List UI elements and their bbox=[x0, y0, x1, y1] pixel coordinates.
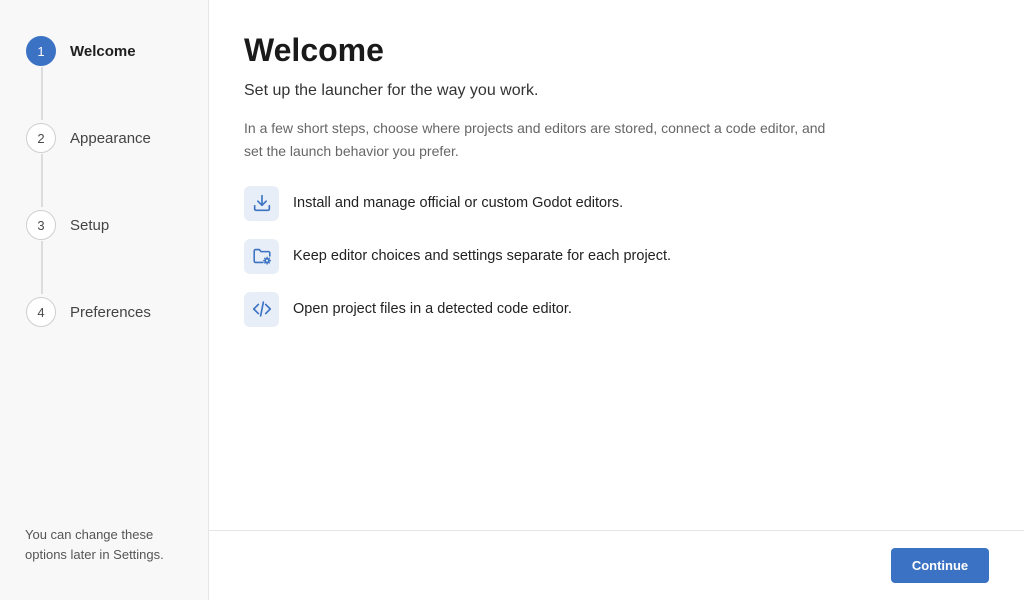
folder-settings-icon bbox=[244, 238, 279, 274]
step-label: Appearance bbox=[70, 129, 151, 147]
download-icon bbox=[244, 185, 279, 221]
setup-wizard-window: 1 Welcome 2 Appearance 3 Setup 4 Prefere… bbox=[0, 0, 1024, 600]
step-connector bbox=[41, 67, 43, 120]
feature-list: Install and manage official or custom Go… bbox=[244, 185, 844, 327]
step-connector bbox=[41, 154, 43, 207]
feature-text: Open project files in a detected code ed… bbox=[293, 301, 572, 317]
page-title: Welcome bbox=[244, 32, 384, 68]
step-number-badge: 4 bbox=[26, 297, 56, 327]
step-welcome[interactable]: 1 Welcome bbox=[26, 35, 151, 120]
sidebar-note: You can change these options later in Se… bbox=[25, 527, 164, 562]
footer-bar: Continue bbox=[209, 530, 1024, 600]
step-number-badge: 2 bbox=[26, 123, 56, 153]
welcome-content: Welcome Set up the launcher for the way … bbox=[244, 30, 844, 327]
feature-text: Install and manage official or custom Go… bbox=[293, 195, 624, 211]
feature-item: Keep editor choices and settings separat… bbox=[244, 238, 844, 274]
step-connector bbox=[41, 241, 43, 294]
feature-item: Open project files in a detected code ed… bbox=[244, 291, 844, 327]
step-label: Setup bbox=[70, 216, 110, 234]
feature-item: Install and manage official or custom Go… bbox=[244, 185, 844, 221]
code-icon bbox=[244, 291, 279, 327]
step-number-badge: 1 bbox=[26, 36, 56, 66]
sidebar: 1 Welcome 2 Appearance 3 Setup 4 Prefere… bbox=[0, 0, 209, 600]
feature-text: Keep editor choices and settings separat… bbox=[293, 248, 672, 264]
step-setup[interactable]: 3 Setup bbox=[26, 209, 151, 294]
main-panel: Welcome Set up the launcher for the way … bbox=[209, 0, 1024, 600]
page-description: In a few short steps, choose where proje… bbox=[244, 120, 826, 159]
step-appearance[interactable]: 2 Appearance bbox=[26, 122, 151, 207]
step-list: 1 Welcome 2 Appearance 3 Setup 4 Prefere… bbox=[26, 35, 151, 328]
step-label: Welcome bbox=[70, 42, 136, 60]
step-preferences[interactable]: 4 Preferences bbox=[26, 296, 151, 328]
step-label: Preferences bbox=[70, 303, 151, 321]
page-subtitle: Set up the launcher for the way you work… bbox=[244, 82, 539, 99]
step-number-badge: 3 bbox=[26, 210, 56, 240]
continue-button[interactable]: Continue bbox=[891, 548, 989, 583]
